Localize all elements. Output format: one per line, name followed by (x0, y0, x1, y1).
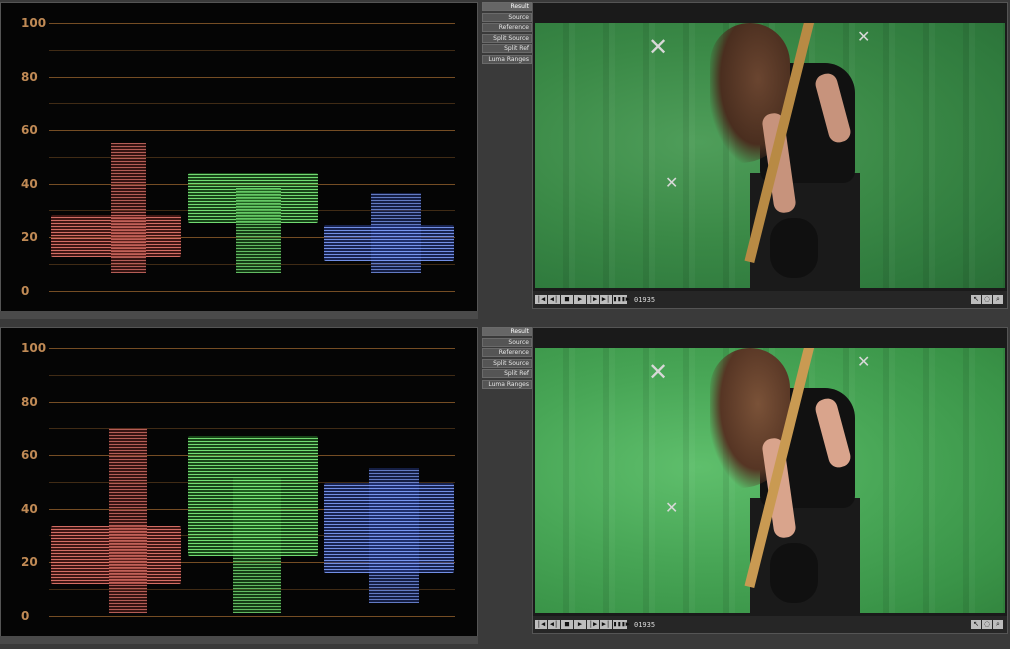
reference-button[interactable]: Reference (482, 23, 532, 32)
grid-line (49, 348, 455, 349)
hand-icon[interactable]: ◌ (982, 295, 992, 304)
grid-line (49, 616, 455, 617)
grid-line (49, 375, 455, 376)
frame-number: 01935 (634, 295, 656, 304)
transport-bar: |◀ ◀| ■ ▶ |▶ ▶| ▮▮▮▶ 01935 ↖ ◌ ⌕ (533, 616, 1007, 633)
scope-scrollbar[interactable] (0, 636, 478, 644)
source-button[interactable]: Source (482, 12, 532, 22)
viewer-tools: ↖ ◌ ⌕ (970, 295, 1003, 304)
step-forward-icon[interactable]: |▶ (587, 295, 599, 304)
stop-icon[interactable]: ■ (561, 620, 573, 629)
scope-scrollbar[interactable] (0, 311, 478, 319)
step-forward-icon[interactable]: |▶ (587, 620, 599, 629)
loop-icon[interactable]: ▮▮▮▶ (613, 620, 630, 629)
zoom-icon[interactable]: ⌕ (993, 620, 1003, 629)
blue-channel-peak (369, 468, 419, 603)
frame-number: 01935 (634, 620, 656, 629)
rgb-parade-scope-top: 100 80 60 40 20 0 (0, 2, 478, 314)
tracking-marker-icon: ✕ (665, 173, 679, 192)
go-to-start-icon[interactable]: |◀ (535, 295, 547, 304)
play-icon[interactable]: ▶ (574, 620, 586, 629)
split-source-button[interactable]: Split Source (482, 358, 532, 368)
pointer-icon[interactable]: ↖ (971, 295, 981, 304)
scope-tick-label: 40 (21, 177, 38, 191)
grid-line (49, 130, 455, 131)
stop-icon[interactable]: ■ (561, 295, 573, 304)
result-button[interactable]: Result (482, 327, 532, 336)
scope-tick-label: 0 (21, 609, 30, 623)
scope-tick-label: 80 (21, 70, 38, 84)
hand-icon[interactable]: ◌ (982, 620, 992, 629)
grid-line (49, 291, 455, 292)
scope-tick-label: 60 (21, 123, 38, 137)
go-to-start-icon[interactable]: |◀ (535, 620, 547, 629)
video-viewer-top: ✕ ✕ ✕ |◀ ◀| ■ ▶ |▶ ▶| ▮▮▮▶ 01935 ↖ ◌ ⌕ (532, 2, 1008, 309)
grid-line (49, 402, 455, 403)
green-channel-peak (236, 188, 281, 273)
red-channel-peak (111, 143, 146, 273)
split-ref-button[interactable]: Split Ref (482, 369, 532, 378)
split-source-button[interactable]: Split Source (482, 33, 532, 43)
zoom-icon[interactable]: ⌕ (993, 295, 1003, 304)
result-button[interactable]: Result (482, 2, 532, 11)
tracking-marker-icon: ✕ (648, 358, 669, 386)
red-channel-peak (109, 428, 147, 613)
tracking-marker-icon: ✕ (648, 33, 669, 61)
guitarist-figure (710, 23, 890, 288)
step-back-icon[interactable]: ◀| (548, 620, 560, 629)
video-frame[interactable]: ✕ ✕ ✕ (535, 348, 1005, 613)
grid-line (49, 50, 455, 51)
pointer-icon[interactable]: ↖ (971, 620, 981, 629)
rgb-parade-scope-bottom: 100 80 60 40 20 0 (0, 327, 478, 639)
tracking-marker-icon: ✕ (665, 498, 679, 517)
green-channel-peak (233, 478, 281, 613)
reference-button[interactable]: Reference (482, 348, 532, 357)
play-icon[interactable]: ▶ (574, 295, 586, 304)
scope-tick-label: 0 (21, 284, 30, 298)
viewer-tools: ↖ ◌ ⌕ (970, 620, 1003, 629)
split-ref-button[interactable]: Split Ref (482, 44, 532, 53)
video-frame[interactable]: ✕ ✕ ✕ (535, 23, 1005, 288)
blue-channel-peak (371, 193, 421, 273)
guitarist-figure (710, 348, 890, 613)
scope-tick-label: 60 (21, 448, 38, 462)
scope-tick-label: 100 (21, 341, 47, 355)
transport-bar: |◀ ◀| ■ ▶ |▶ ▶| ▮▮▮▶ 01935 ↖ ◌ ⌕ (533, 291, 1007, 308)
scope-tick-label: 20 (21, 555, 38, 569)
view-mode-buttons-top: Result Source Reference Split Source Spl… (482, 2, 532, 65)
step-back-icon[interactable]: ◀| (548, 295, 560, 304)
go-to-end-icon[interactable]: ▶| (600, 620, 612, 629)
luma-ranges-button[interactable]: Luma Ranges (482, 379, 532, 389)
scope-tick-label: 80 (21, 395, 38, 409)
view-mode-buttons-bottom: Result Source Reference Split Source Spl… (482, 327, 532, 390)
scope-tick-label: 40 (21, 502, 38, 516)
video-viewer-bottom: ✕ ✕ ✕ |◀ ◀| ■ ▶ |▶ ▶| ▮▮▮▶ 01935 ↖ ◌ ⌕ (532, 327, 1008, 634)
grid-line (49, 23, 455, 24)
grid-line (49, 157, 455, 158)
scope-tick-label: 20 (21, 230, 38, 244)
loop-icon[interactable]: ▮▮▮▶ (613, 295, 630, 304)
grid-line (49, 103, 455, 104)
scope-tick-label: 100 (21, 16, 47, 30)
go-to-end-icon[interactable]: ▶| (600, 295, 612, 304)
source-button[interactable]: Source (482, 337, 532, 347)
grid-line (49, 77, 455, 78)
luma-ranges-button[interactable]: Luma Ranges (482, 54, 532, 64)
